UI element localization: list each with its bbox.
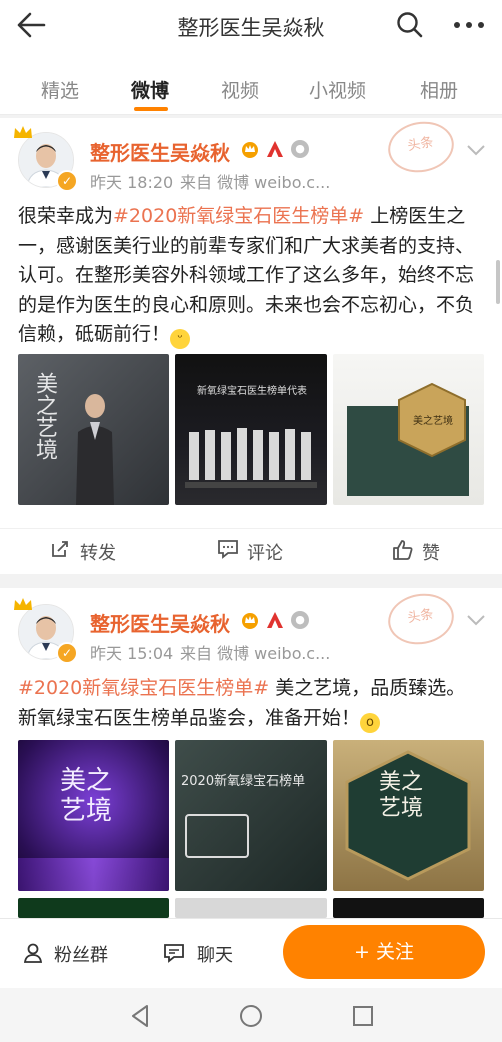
profile-tabs: 精选 微博 视频 小视频 相册 bbox=[0, 52, 502, 115]
photo-caption: 美之艺境 bbox=[60, 766, 113, 826]
post-photo[interactable]: 美之艺境 bbox=[333, 740, 484, 891]
hashtag-link[interactable]: #2020新氧绿宝石医生榜单# bbox=[18, 677, 269, 699]
hashtag-link[interactable]: #2020新氧绿宝石医生榜单# bbox=[113, 205, 364, 227]
tab-video[interactable]: 视频 bbox=[221, 76, 259, 103]
page-title: 整形医生吴焱秋 bbox=[177, 16, 325, 40]
post-photo[interactable]: 美之艺境 bbox=[333, 354, 484, 505]
post-actions: 转发 评论 赞 bbox=[0, 528, 502, 575]
photo-caption: 美之艺境 bbox=[379, 770, 424, 821]
post-text-prefix: 很荣幸成为 bbox=[18, 205, 114, 227]
photo-caption: 新氧绿宝石医生榜单代表 bbox=[197, 386, 307, 397]
search-icon[interactable] bbox=[396, 11, 424, 39]
surprised-emoji-icon: o bbox=[360, 712, 381, 733]
comment-button[interactable]: 评论 bbox=[217, 539, 307, 565]
crown-icon bbox=[14, 598, 32, 610]
post-photo[interactable] bbox=[175, 898, 327, 918]
group-icon bbox=[23, 943, 43, 963]
post-card: ✓ 整形医生吴焱秋 ● 昨天 15:04 来自 微博 weibo.c... 头条… bbox=[0, 588, 502, 918]
medal-icon: ● bbox=[291, 611, 309, 629]
headline-stamp: 头条 bbox=[384, 588, 458, 650]
author-name[interactable]: 整形医生吴焱秋 bbox=[90, 608, 230, 637]
chevron-down-icon[interactable] bbox=[466, 614, 486, 626]
crown-icon bbox=[14, 126, 32, 138]
chat-icon bbox=[164, 944, 184, 963]
nav-recents-icon[interactable] bbox=[352, 1005, 374, 1027]
medal-icon: ● bbox=[291, 140, 309, 158]
tab-album[interactable]: 相册 bbox=[420, 76, 458, 103]
thumbs-up-icon bbox=[393, 540, 413, 560]
repost-button[interactable]: 转发 bbox=[50, 539, 140, 565]
nav-back-icon[interactable] bbox=[129, 1004, 151, 1028]
more-icon[interactable] bbox=[453, 20, 485, 30]
nav-home-icon[interactable] bbox=[239, 1004, 263, 1028]
post-photo[interactable] bbox=[333, 898, 484, 918]
post-time: 昨天 15:04 bbox=[90, 644, 174, 663]
system-nav-bar bbox=[0, 988, 502, 1042]
tab-short-video[interactable]: 小视频 bbox=[309, 76, 366, 103]
fans-group-button[interactable]: 粉丝群 bbox=[22, 941, 122, 967]
rank-a-icon bbox=[267, 141, 283, 157]
chevron-down-icon[interactable] bbox=[466, 144, 486, 156]
vip-crown-icon bbox=[242, 142, 258, 158]
post-source: 来自 微博 weibo.c... bbox=[180, 644, 331, 663]
verified-badge-icon: ✓ bbox=[56, 642, 78, 664]
photo-caption: 美之艺境 bbox=[413, 416, 453, 427]
photo-caption: 2020新氧绿宝石榜单 bbox=[181, 774, 306, 789]
chat-button[interactable]: 聊天 bbox=[163, 941, 243, 967]
tab-weibo[interactable]: 微博 bbox=[131, 76, 169, 103]
tab-featured[interactable]: 精选 bbox=[41, 76, 79, 103]
top-bar: 整形医生吴焱秋 bbox=[0, 0, 502, 52]
comment-label: 评论 bbox=[247, 543, 283, 564]
repost-label: 转发 bbox=[80, 543, 116, 564]
repost-icon bbox=[52, 541, 68, 557]
comment-icon bbox=[218, 540, 238, 559]
active-tab-indicator bbox=[134, 107, 168, 111]
vip-crown-icon bbox=[242, 613, 258, 629]
photo-caption: 美之艺境 bbox=[32, 372, 57, 460]
post-card: ✓ 整形医生吴焱秋 ● 昨天 18:20 来自 微博 weibo.c... 头条… bbox=[0, 116, 502, 575]
rank-a-icon bbox=[267, 612, 283, 628]
verified-badge-icon: ✓ bbox=[56, 170, 78, 192]
post-photo[interactable]: 美之艺境 bbox=[18, 354, 169, 505]
headline-stamp: 头条 bbox=[384, 116, 458, 178]
post-source: 来自 微博 weibo.c... bbox=[180, 173, 331, 192]
post-photo[interactable]: 美之艺境 bbox=[18, 740, 169, 891]
post-photo[interactable] bbox=[18, 898, 169, 918]
post-text: 很荣幸成为#2020新氧绿宝石医生榜单# 上榜医生之一，感谢医美行业的前辈专家们… bbox=[18, 202, 482, 350]
fans-group-label: 粉丝群 bbox=[54, 945, 108, 966]
post-time: 昨天 18:20 bbox=[90, 173, 174, 192]
post-text: #2020新氧绿宝石医生榜单# 美之艺境，品质臻选。新氧绿宝石医生榜单品鉴会，准… bbox=[18, 674, 482, 733]
grin-emoji-icon: ᵕ bbox=[170, 329, 191, 349]
follow-button[interactable]: + 关注 bbox=[283, 925, 485, 979]
scrollbar[interactable] bbox=[496, 260, 500, 304]
like-button[interactable]: 赞 bbox=[392, 539, 462, 565]
like-label: 赞 bbox=[422, 543, 440, 564]
author-name[interactable]: 整形医生吴焱秋 bbox=[90, 137, 230, 166]
post-photo[interactable]: 新氧绿宝石医生榜单代表 bbox=[175, 354, 327, 505]
chat-label: 聊天 bbox=[197, 945, 233, 966]
post-photo[interactable]: 2020新氧绿宝石榜单 bbox=[175, 740, 327, 891]
